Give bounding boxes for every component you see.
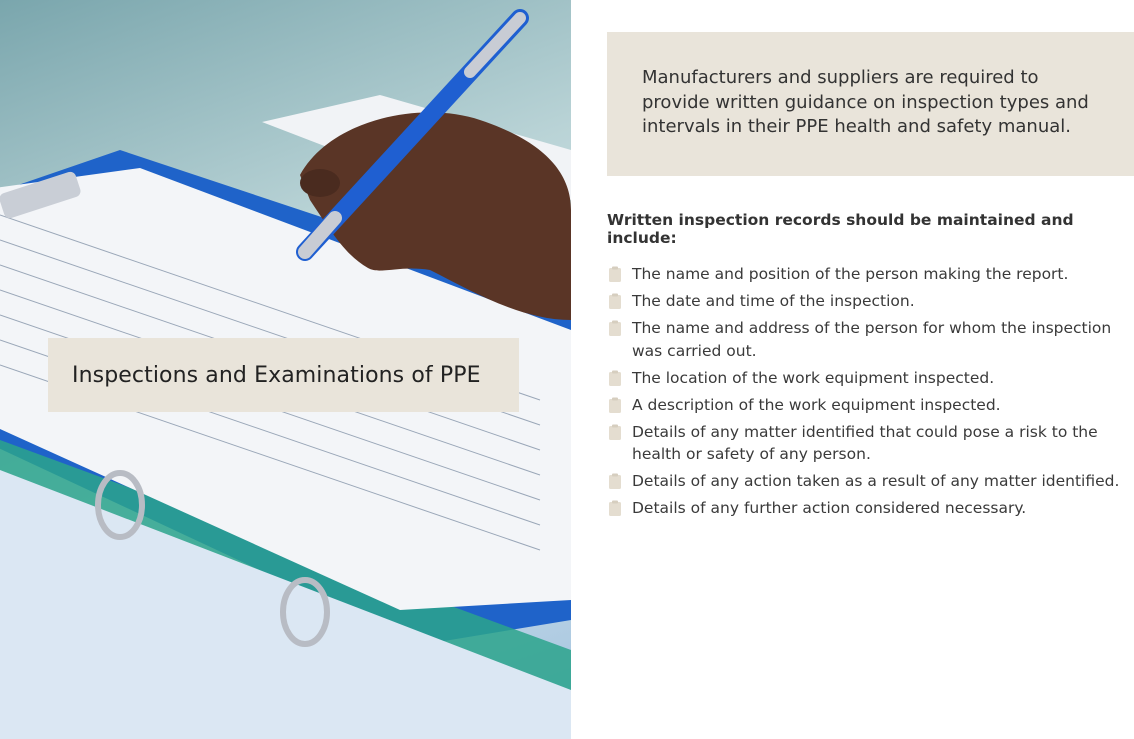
callout-text: Manufacturers and suppliers are required… xyxy=(642,67,1089,137)
clipboard-icon xyxy=(609,424,621,440)
list-item-label: Details of any action taken as a result … xyxy=(632,472,1120,490)
list-item-label: A description of the work equipment insp… xyxy=(632,395,1001,414)
list-item: The date and time of the inspection. xyxy=(607,290,1127,313)
clipboard-icon xyxy=(609,320,621,336)
list-item-label: The name and address of the person for w… xyxy=(632,319,1112,360)
clipboard-icon xyxy=(609,397,621,413)
clipboard-icon xyxy=(609,370,621,386)
clipboard-icon xyxy=(609,473,621,489)
list-item: The name and position of the person maki… xyxy=(607,263,1127,286)
hero-title-card: Inspections and Examinations of PPE xyxy=(48,338,519,412)
list-item: A description of the work equipment insp… xyxy=(607,394,1127,417)
list-item: Details of any action taken as a result … xyxy=(607,470,1127,493)
list-item: Details of any further action considered… xyxy=(607,497,1127,520)
list-item: Details of any matter identified that co… xyxy=(607,421,1127,466)
list-item: The location of the work equipment inspe… xyxy=(607,367,1127,390)
records-heading: Written inspection records should be mai… xyxy=(607,211,1074,247)
list-item-label: The date and time of the inspection. xyxy=(632,292,915,310)
list-item-label: Details of any further action considered… xyxy=(632,499,1027,517)
list-item-label: Details of any matter identified that co… xyxy=(632,422,1098,464)
callout-box: Manufacturers and suppliers are required… xyxy=(607,32,1134,176)
records-list: The name and position of the person maki… xyxy=(607,263,1127,524)
clipboard-icon xyxy=(609,293,621,309)
list-item: The name and address of the person for w… xyxy=(607,317,1127,362)
clipboard-icon xyxy=(609,266,621,282)
list-item-label: The location of the work equipment inspe… xyxy=(632,368,995,387)
list-item-label: The name and position of the person maki… xyxy=(632,265,1069,283)
clipboard-icon xyxy=(609,500,621,516)
hero-photo: Inspections and Examinations of PPE xyxy=(0,0,571,739)
page-title: Inspections and Examinations of PPE xyxy=(72,362,481,388)
